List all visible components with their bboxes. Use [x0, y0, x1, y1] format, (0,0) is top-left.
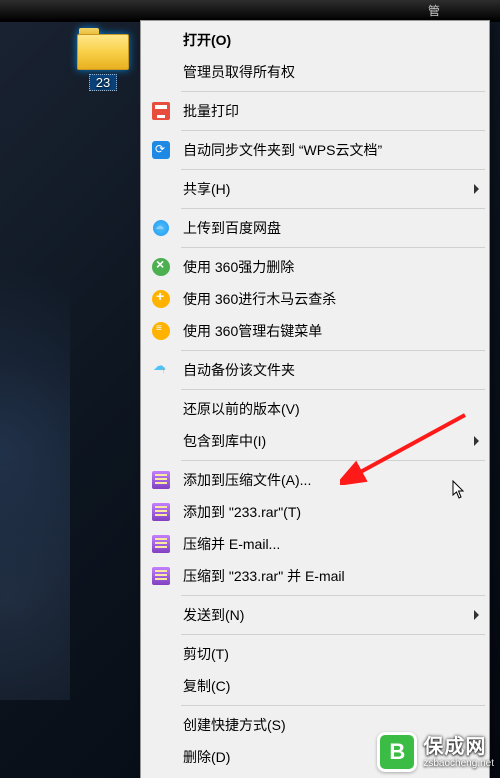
watermark: B 保成网 zsbaocheng.net: [377, 732, 494, 772]
menu-item-label: 使用 360管理右键菜单: [183, 321, 479, 341]
titlebar-tab-label: 管: [428, 2, 440, 19]
rar-icon: [147, 500, 175, 524]
menu-item-zip-233-email[interactable]: 压缩到 "233.rar" 并 E-mail: [143, 560, 487, 592]
sync-icon: [147, 138, 175, 162]
menu-item-label: 压缩并 E-mail...: [183, 534, 479, 554]
blank-icon: [147, 28, 175, 52]
menu-item-label: 包含到库中(I): [183, 431, 474, 451]
blank-icon: [147, 177, 175, 201]
menu-item-admin-own[interactable]: 管理员取得所有权: [143, 56, 487, 88]
menu-separator: [181, 169, 485, 170]
menu-item-label: 批量打印: [183, 101, 479, 121]
360menu-icon: [147, 319, 175, 343]
menu-separator: [181, 389, 485, 390]
menu-item-label: 打开(O): [183, 30, 479, 50]
watermark-title: 保成网: [423, 736, 486, 758]
submenu-arrow-icon: [474, 610, 479, 620]
watermark-badge-letter: B: [389, 739, 405, 765]
menu-item-sync-wps[interactable]: 自动同步文件夹到 “WPS云文档”: [143, 134, 487, 166]
menu-item-360-scan[interactable]: 使用 360进行木马云查杀: [143, 283, 487, 315]
watermark-badge: B: [377, 732, 417, 772]
menu-item-label: 上传到百度网盘: [183, 218, 479, 238]
printer-icon: [147, 99, 175, 123]
rar-icon: [147, 564, 175, 588]
menu-item-restore-prev[interactable]: 还原以前的版本(V): [143, 393, 487, 425]
menu-item-auto-backup[interactable]: 自动备份该文件夹: [143, 354, 487, 386]
rar-icon: [147, 468, 175, 492]
menu-separator: [181, 130, 485, 131]
menu-item-share[interactable]: 共享(H): [143, 173, 487, 205]
blank-icon: [147, 713, 175, 737]
blank-icon: [147, 642, 175, 666]
menu-item-rename[interactable]: 重命名(M): [143, 773, 487, 778]
menu-item-label: 使用 360强力删除: [183, 257, 479, 277]
menu-item-label: 使用 360进行木马云查杀: [183, 289, 479, 309]
menu-item-label: 还原以前的版本(V): [183, 399, 479, 419]
menu-separator: [181, 208, 485, 209]
menu-separator: [181, 350, 485, 351]
menu-separator: [181, 595, 485, 596]
menu-item-baidu-upload[interactable]: 上传到百度网盘: [143, 212, 487, 244]
menu-item-add-archive[interactable]: 添加到压缩文件(A)...: [143, 464, 487, 496]
menu-item-cut[interactable]: 剪切(T): [143, 638, 487, 670]
menu-item-label: 压缩到 "233.rar" 并 E-mail: [183, 566, 479, 586]
menu-item-360-del[interactable]: 使用 360强力删除: [143, 251, 487, 283]
menu-separator: [181, 634, 485, 635]
menu-item-add-233[interactable]: 添加到 "233.rar"(T): [143, 496, 487, 528]
watermark-url: zsbaocheng.net: [423, 758, 494, 769]
blank-icon: [147, 674, 175, 698]
menu-item-open[interactable]: 打开(O): [143, 24, 487, 56]
window-titlebar: 管: [0, 0, 500, 22]
blank-icon: [147, 60, 175, 84]
menu-item-360-menu[interactable]: 使用 360管理右键菜单: [143, 315, 487, 347]
submenu-arrow-icon: [474, 184, 479, 194]
blank-icon: [147, 429, 175, 453]
menu-item-label: 管理员取得所有权: [183, 62, 479, 82]
menu-item-label: 自动备份该文件夹: [183, 360, 479, 380]
backup-icon: [147, 358, 175, 382]
menu-separator: [181, 247, 485, 248]
menu-item-label: 自动同步文件夹到 “WPS云文档”: [183, 140, 479, 160]
menu-item-include-lib[interactable]: 包含到库中(I): [143, 425, 487, 457]
menu-item-label: 添加到压缩文件(A)...: [183, 470, 479, 490]
baidu-icon: [147, 216, 175, 240]
desktop-background: 管 23 打开(O) 管理员取得所有权批量打印自动同步文件夹到 “WPS云文档” 共…: [0, 0, 500, 778]
menu-separator: [181, 705, 485, 706]
menu-item-send-to[interactable]: 发送到(N): [143, 599, 487, 631]
rar-icon: [147, 532, 175, 556]
blank-icon: [147, 397, 175, 421]
360scan-icon: [147, 287, 175, 311]
blank-icon: [147, 745, 175, 769]
submenu-arrow-icon: [474, 436, 479, 446]
folder-icon: [77, 28, 129, 70]
menu-item-label: 剪切(T): [183, 644, 479, 664]
menu-item-label: 共享(H): [183, 179, 474, 199]
menu-item-batch-print[interactable]: 批量打印: [143, 95, 487, 127]
menu-item-label: 添加到 "233.rar"(T): [183, 502, 479, 522]
blank-icon: [147, 603, 175, 627]
menu-separator: [181, 460, 485, 461]
menu-item-zip-email[interactable]: 压缩并 E-mail...: [143, 528, 487, 560]
menu-item-label: 复制(C): [183, 676, 479, 696]
360del-icon: [147, 255, 175, 279]
context-menu: 打开(O) 管理员取得所有权批量打印自动同步文件夹到 “WPS云文档” 共享(H) 上…: [140, 20, 490, 778]
menu-item-copy[interactable]: 复制(C): [143, 670, 487, 702]
desktop-folder-233[interactable]: 23: [72, 28, 134, 91]
folder-label: 23: [89, 74, 117, 91]
menu-item-label: 发送到(N): [183, 605, 474, 625]
menu-separator: [181, 91, 485, 92]
